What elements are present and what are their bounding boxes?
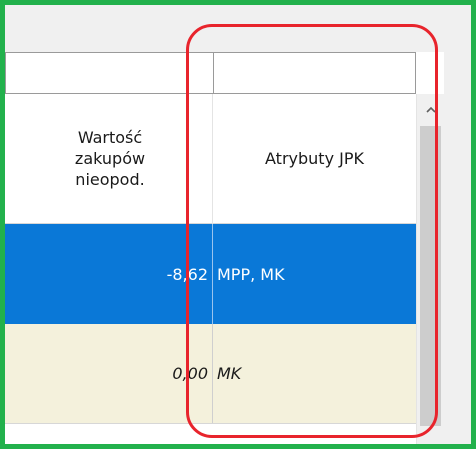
grid-empty-area bbox=[5, 424, 416, 444]
right-panel-edge bbox=[444, 52, 471, 444]
column-header-atrybuty-label: Atrybuty JPK bbox=[265, 149, 364, 168]
column-header-wartosc-line3: nieopod. bbox=[75, 170, 145, 189]
cell-atrybuty[interactable]: MK bbox=[217, 324, 412, 423]
table-row[interactable]: 0,00 MK bbox=[5, 324, 416, 424]
column-header-wartosc-line1: Wartość bbox=[77, 128, 143, 147]
cell-wartosc-value: 0,00 bbox=[172, 364, 208, 383]
cell-wartosc-value: -8,62 bbox=[166, 264, 208, 284]
column-header-wartosc[interactable]: Wartość zakupów nieopod. bbox=[5, 94, 212, 223]
cell-separator bbox=[212, 224, 213, 324]
cell-atrybuty-value: MPP, MK bbox=[217, 264, 285, 284]
chevron-up-icon[interactable] bbox=[417, 94, 444, 124]
column-group-header bbox=[5, 52, 416, 94]
scrollbar-thumb[interactable] bbox=[420, 126, 441, 426]
cell-wartosc[interactable]: -8,62 bbox=[5, 224, 208, 324]
group-header-divider bbox=[213, 53, 214, 93]
table-row-selected[interactable]: -8,62 MPP, MK bbox=[5, 224, 416, 324]
column-header-wartosc-line2: zakupów bbox=[74, 149, 146, 168]
column-header-atrybuty-jpk[interactable]: Atrybuty JPK bbox=[213, 94, 416, 223]
column-header-row: Wartość zakupów nieopod. Atrybuty JPK bbox=[5, 94, 416, 224]
cell-separator bbox=[212, 324, 213, 423]
cell-wartosc[interactable]: 0,00 bbox=[5, 324, 208, 423]
cell-atrybuty[interactable]: MPP, MK bbox=[217, 224, 412, 324]
cell-atrybuty-value: MK bbox=[217, 364, 242, 383]
vertical-scrollbar[interactable] bbox=[416, 94, 444, 444]
toolbar-area bbox=[5, 5, 471, 52]
